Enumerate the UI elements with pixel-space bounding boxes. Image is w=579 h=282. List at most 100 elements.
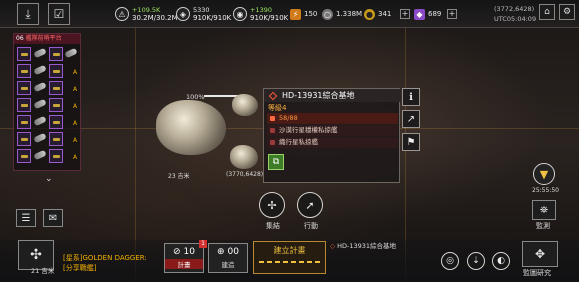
- chevron-down-icon[interactable]: ⌄: [45, 174, 53, 184]
- metal-icon: ⚠: [115, 7, 129, 21]
- ship-level: A: [73, 103, 78, 110]
- down-arrow-icon: ⇣: [472, 256, 480, 266]
- galaxy-button[interactable]: ◎: [441, 252, 459, 270]
- gather-label: 集結: [266, 222, 280, 230]
- target-tag[interactable]: ◇ HD-13931綜合基地: [330, 240, 396, 250]
- crystal-gain: 5330: [193, 6, 210, 14]
- bookmark-button[interactable]: ⚑: [402, 133, 420, 151]
- gems-value: 689: [428, 10, 442, 18]
- base-icon: ⤓: [25, 6, 31, 21]
- move-button[interactable]: ➚: [297, 192, 323, 218]
- build-plan-button[interactable]: 建立計畫: [253, 241, 326, 274]
- shield-icon: ▼: [539, 167, 549, 181]
- share-fleet-link[interactable]: [分享戰艦]: [63, 263, 96, 273]
- research-icon: ✥: [534, 247, 546, 261]
- target-hp-value: 58/88: [279, 114, 298, 122]
- galaxy-chat-line[interactable]: [星系]GOLDEN DAGGER:: [63, 253, 147, 263]
- ship-slot: [17, 115, 31, 129]
- resource-metal[interactable]: ⚠ +109.5K 30.2M/30.2M: [115, 4, 178, 24]
- move-label: 行動: [304, 222, 318, 230]
- tasks-button[interactable]: ☑: [48, 3, 70, 25]
- warning-icon: [270, 116, 275, 121]
- gem-icon: ◆: [414, 8, 425, 20]
- resource-crystal[interactable]: ◈ 5330 910K/910K: [176, 4, 231, 24]
- fleet-row[interactable]: A: [17, 98, 79, 114]
- gather-button[interactable]: ✢: [259, 192, 285, 218]
- fleet-header[interactable]: 06 艦隊前哨平台: [14, 34, 80, 44]
- ship-level: A: [73, 137, 78, 144]
- currency-credits[interactable]: ○ 1.338M: [322, 6, 362, 22]
- ship-icon: [33, 64, 47, 76]
- planet-button[interactable]: ◐: [492, 252, 510, 270]
- checklist-icon: ☑: [53, 7, 65, 21]
- add-gems-button[interactable]: +: [447, 9, 457, 19]
- ship-icon: [64, 47, 78, 59]
- fleet-row[interactable]: A: [17, 115, 79, 131]
- ship-slot: [17, 132, 31, 146]
- info-icon: ℹ: [409, 91, 413, 103]
- document-icon: ☰: [21, 212, 31, 224]
- metal-gain: +109.5K: [132, 6, 161, 14]
- top-bar: ⤓ ☑ ⚠ +109.5K 30.2M/30.2M ◈ 5330 910K/91…: [0, 0, 579, 28]
- gear-icon: ⚙: [562, 7, 572, 17]
- resource-deuterium[interactable]: ◉ +1390 910K/910K: [233, 4, 288, 24]
- info-button[interactable]: ℹ: [402, 88, 420, 106]
- planet-icon: ◐: [497, 256, 505, 266]
- alliance-emblem-button[interactable]: ▼: [533, 163, 555, 185]
- fleet-row[interactable]: A: [17, 64, 79, 80]
- fleet-row[interactable]: A: [17, 149, 79, 165]
- crystal-value: 910K/910K: [193, 14, 232, 22]
- station-rock-small[interactable]: [232, 94, 258, 116]
- ship-slot: [17, 47, 31, 61]
- zoom-distance: 21 吉米: [31, 267, 55, 275]
- build-icon: ⊕: [217, 247, 225, 257]
- target-distance: 23 吉米: [168, 173, 190, 180]
- research-button[interactable]: ✥: [522, 241, 558, 267]
- fleet-icon: [270, 140, 275, 145]
- share-icon: ↗: [406, 113, 416, 125]
- fleet-row[interactable]: A: [17, 132, 79, 148]
- monitor-label: 監測: [536, 222, 550, 230]
- ship-slot: [49, 115, 63, 129]
- build-plan-label: 建立計畫: [273, 246, 306, 255]
- fleet-dispatch-button[interactable]: ⇣: [467, 252, 485, 270]
- ship-icon: [33, 47, 47, 59]
- compass-icon: ✣: [30, 247, 42, 263]
- station-rock-main[interactable]: [156, 100, 226, 155]
- ship-icon: [33, 132, 47, 144]
- add-gold-button[interactable]: +: [400, 9, 410, 19]
- fleet-number: 06: [16, 35, 24, 42]
- scan-button[interactable]: ⧉: [268, 154, 284, 170]
- share-button[interactable]: ↗: [402, 110, 420, 128]
- ship-slot: [17, 64, 31, 78]
- messages-button[interactable]: ✉: [43, 209, 63, 227]
- ship-icon: [33, 81, 47, 93]
- mail-list-button[interactable]: ☰: [16, 209, 36, 227]
- radar-icon: ⧉: [272, 157, 280, 167]
- energy-icon: ⚡: [290, 8, 301, 20]
- build-button[interactable]: ⊕ 00 建造: [208, 243, 248, 273]
- monitor-button[interactable]: ⛯: [532, 200, 556, 220]
- ship-icon: [33, 115, 47, 127]
- bookmarks-button[interactable]: ⌂: [539, 4, 555, 20]
- station-rock-lower[interactable]: [230, 145, 258, 169]
- fleet-icon: [270, 128, 275, 133]
- currency-gems[interactable]: ◆ 689: [414, 6, 441, 22]
- ship-icon: [33, 98, 47, 110]
- ship-level: A: [73, 69, 78, 76]
- base-menu-button[interactable]: ⤓: [17, 3, 39, 25]
- ship-slot: [49, 132, 63, 146]
- currency-energy[interactable]: ⚡ 150: [290, 6, 317, 22]
- target-name-text: HD-13931綜合基地: [282, 91, 355, 100]
- plan-progress-dashes: [259, 261, 321, 263]
- ship-slot: [17, 149, 31, 163]
- gold-coin-icon: ●: [364, 8, 375, 20]
- settings-button[interactable]: ⚙: [559, 4, 575, 20]
- plan-button[interactable]: ⊘ 10 計畫: [164, 243, 204, 273]
- fleet-row[interactable]: [17, 47, 79, 63]
- target-fleet-text: 織行星私掠艦: [279, 138, 318, 146]
- currency-gold[interactable]: ● 341: [364, 6, 391, 22]
- fleet-row[interactable]: A: [17, 81, 79, 97]
- ship-slot: [17, 81, 31, 95]
- plan-badge: 1: [199, 240, 207, 248]
